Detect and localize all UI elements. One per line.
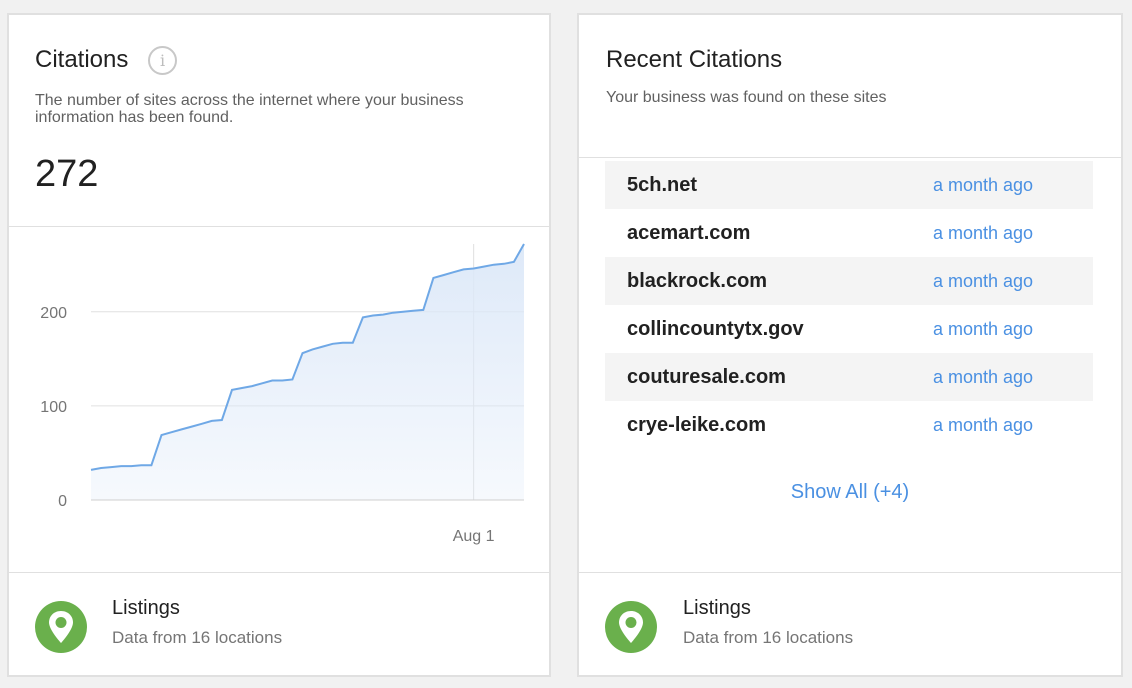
- listings-subtitle: Data from 16 locations: [683, 628, 854, 647]
- citations-title: Citations: [35, 46, 129, 73]
- citation-site: blackrock.com: [627, 270, 768, 292]
- divider: [9, 572, 549, 573]
- citation-row[interactable]: crye-leike.com a month ago: [605, 401, 1093, 449]
- info-icon[interactable]: i: [148, 46, 177, 75]
- divider: [579, 157, 1121, 158]
- citations-card: Citations i The number of sites across t…: [7, 13, 551, 677]
- citations-total: 272: [35, 153, 99, 195]
- area-fill: [91, 244, 524, 500]
- recent-citations-card: Recent Citations Your business was found…: [577, 13, 1123, 677]
- citation-site: collincountytx.gov: [627, 318, 804, 340]
- citations-description: The number of sites across the internet …: [35, 92, 464, 126]
- citation-list: 5ch.net a month ago acemart.com a month …: [605, 161, 1093, 449]
- citation-row[interactable]: acemart.com a month ago: [605, 209, 1093, 257]
- citation-site: crye-leike.com: [627, 414, 766, 436]
- citation-row[interactable]: collincountytx.gov a month ago: [605, 305, 1093, 353]
- listings-title: Listings: [112, 597, 180, 619]
- listings-subtitle: Data from 16 locations: [112, 628, 283, 647]
- citation-site: acemart.com: [627, 222, 751, 244]
- map-pin-icon: [605, 601, 657, 653]
- recent-citations-description: Your business was found on these sites: [606, 89, 887, 106]
- citation-site: 5ch.net: [627, 174, 698, 196]
- divider: [579, 572, 1121, 573]
- listings-title: Listings: [683, 597, 751, 619]
- citation-time: a month ago: [933, 367, 1034, 387]
- citation-row[interactable]: 5ch.net a month ago: [605, 161, 1093, 209]
- citation-time: a month ago: [933, 223, 1034, 243]
- map-pin-icon: [35, 601, 87, 653]
- citation-row[interactable]: couturesale.com a month ago: [605, 353, 1093, 401]
- citation-time: a month ago: [933, 175, 1034, 195]
- recent-citations-title: Recent Citations: [606, 46, 783, 73]
- citation-row[interactable]: blackrock.com a month ago: [605, 257, 1093, 305]
- y-tick-label: 200: [40, 305, 67, 322]
- citation-time: a month ago: [933, 271, 1034, 291]
- show-all-link[interactable]: Show All (+4): [579, 481, 1121, 504]
- y-tick-label: 100: [40, 399, 67, 416]
- citation-time: a month ago: [933, 319, 1034, 339]
- citations-chart: 0 100 200 Aug 1: [40, 243, 525, 545]
- citation-time: a month ago: [933, 415, 1034, 435]
- citation-site: couturesale.com: [627, 366, 786, 388]
- y-tick-label: 0: [58, 493, 67, 510]
- x-tick-label: Aug 1: [453, 528, 495, 545]
